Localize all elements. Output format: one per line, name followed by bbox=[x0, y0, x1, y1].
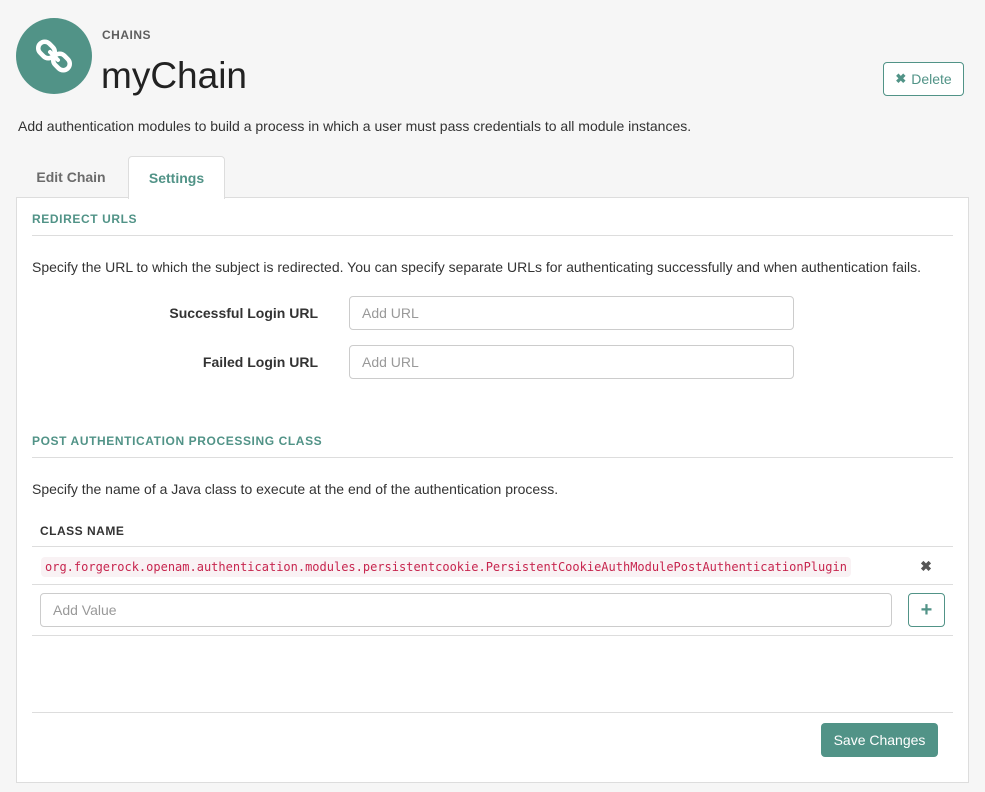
redirect-urls-heading: REDIRECT URLS bbox=[32, 212, 138, 226]
footer-divider bbox=[32, 712, 953, 713]
save-changes-button[interactable]: Save Changes bbox=[821, 723, 938, 757]
add-value-button[interactable]: + bbox=[908, 593, 945, 627]
close-icon: ✖ bbox=[895, 71, 907, 86]
failed-login-url-label: Failed Login URL bbox=[202, 354, 318, 370]
delete-button-label: Delete bbox=[911, 71, 952, 87]
page-description: Add authentication modules to build a pr… bbox=[18, 118, 692, 134]
class-name-column-header: CLASS NAME bbox=[40, 524, 125, 538]
divider bbox=[32, 457, 953, 458]
close-icon[interactable]: ✖ bbox=[919, 558, 933, 576]
redirect-urls-help: Specify the URL to which the subject is … bbox=[32, 259, 921, 275]
chain-avatar bbox=[16, 18, 92, 94]
table-divider bbox=[32, 635, 953, 636]
post-auth-help: Specify the name of a Java class to exec… bbox=[32, 481, 559, 497]
add-value-input[interactable] bbox=[40, 593, 892, 627]
failed-login-url-input[interactable] bbox=[349, 345, 794, 379]
table-divider bbox=[32, 546, 953, 547]
plus-icon: + bbox=[920, 598, 933, 621]
link-icon bbox=[35, 39, 73, 73]
delete-button[interactable]: ✖ Delete bbox=[883, 62, 964, 96]
successful-login-url-label: Successful Login URL bbox=[169, 305, 318, 321]
page-title: myChain bbox=[101, 55, 247, 96]
settings-panel: REDIRECT URLS Specify the URL to which t… bbox=[16, 197, 969, 783]
successful-login-url-input[interactable] bbox=[349, 296, 794, 330]
class-name-value: org.forgerock.openam.authentication.modu… bbox=[41, 557, 851, 577]
table-divider bbox=[32, 584, 953, 585]
divider bbox=[32, 235, 953, 236]
tab-edit-chain[interactable]: Edit Chain bbox=[16, 156, 126, 198]
tab-settings[interactable]: Settings bbox=[128, 156, 225, 199]
post-auth-heading: POST AUTHENTICATION PROCESSING CLASS bbox=[32, 434, 323, 448]
page-kicker: CHAINS bbox=[102, 28, 152, 42]
